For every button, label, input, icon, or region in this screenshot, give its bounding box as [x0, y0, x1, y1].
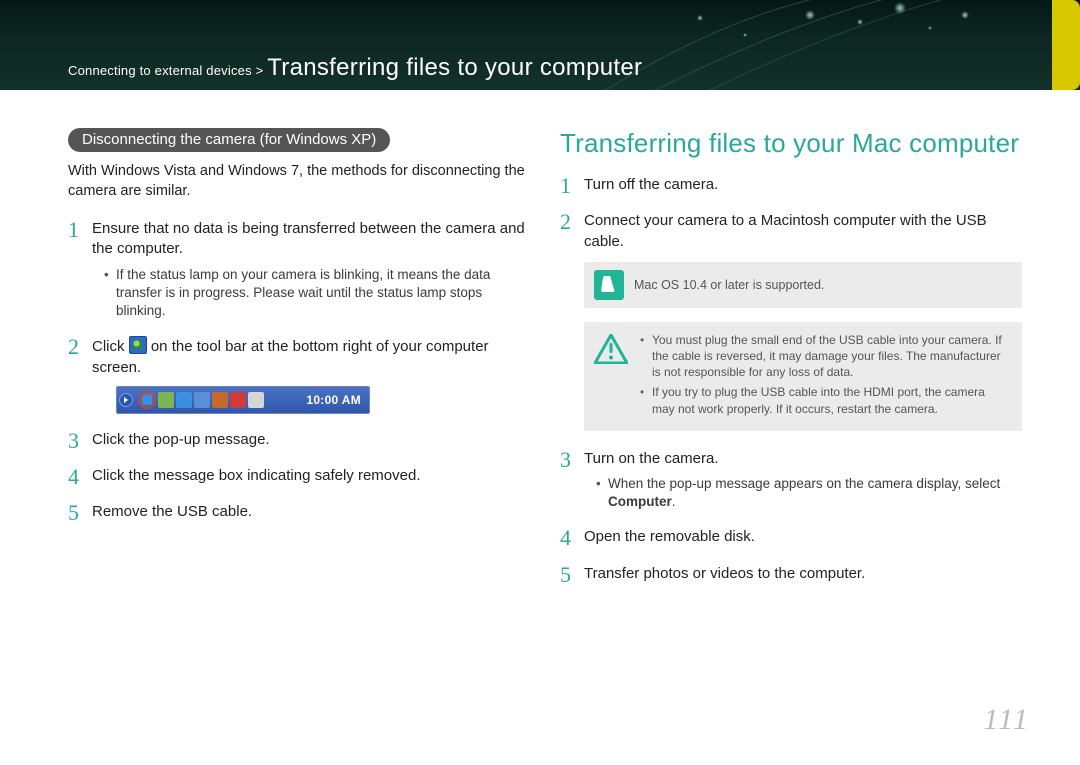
step-text: Turn on the camera.	[584, 450, 719, 467]
header-decoration	[600, 0, 1020, 90]
step-4: Open the removable disk.	[560, 527, 1022, 547]
breadcrumb-section: Connecting to external devices	[68, 63, 252, 78]
warning-list: You must plug the small end of the USB c…	[640, 332, 1010, 421]
step-5: Remove the USB cable.	[68, 502, 530, 522]
tray-expand-icon	[119, 393, 133, 407]
warning-box: You must plug the small end of the USB c…	[584, 322, 1022, 431]
step-4: Click the message box indicating safely …	[68, 466, 530, 486]
sub-bullet: When the pop-up message appears on the c…	[596, 475, 1022, 511]
step-3: Turn on the camera. When the pop-up mess…	[560, 449, 1022, 512]
tray-icon	[212, 392, 228, 408]
step-2: Connect your camera to a Macintosh compu…	[560, 211, 1022, 430]
step-text: Connect your camera to a Macintosh compu…	[584, 212, 987, 249]
tray-icon	[158, 392, 174, 408]
step-3-sub: When the pop-up message appears on the c…	[584, 475, 1022, 511]
page-body: Disconnecting the camera (for Windows XP…	[0, 90, 1080, 600]
sub-pre: When the pop-up message appears on the c…	[608, 476, 1000, 491]
tray-icon	[230, 392, 246, 408]
sub-bullet: If the status lamp on your camera is bli…	[104, 266, 530, 321]
sub-bold: Computer	[608, 494, 672, 509]
section-heading: Transferring files to your Mac computer	[560, 128, 1022, 159]
taskbar-clock: 10:00 AM	[300, 392, 367, 408]
note-pen-icon	[594, 270, 624, 300]
intro-text: With Windows Vista and Windows 7, the me…	[68, 162, 530, 201]
left-column: Disconnecting the camera (for Windows XP…	[68, 128, 530, 600]
breadcrumb: Connecting to external devices > Transfe…	[68, 54, 642, 82]
warning-triangle-icon	[594, 334, 628, 364]
safely-remove-hardware-icon	[129, 336, 147, 354]
step-text: Click the pop-up message.	[92, 431, 270, 448]
note-text: Mac OS 10.4 or later is supported.	[634, 277, 824, 293]
warning-item: If you try to plug the USB cable into th…	[640, 384, 1010, 416]
step-1-sub: If the status lamp on your camera is bli…	[92, 266, 530, 321]
note-box: Mac OS 10.4 or later is supported.	[584, 262, 1022, 308]
step-text: Remove the USB cable.	[92, 503, 252, 520]
section-pill: Disconnecting the camera (for Windows XP…	[68, 128, 390, 152]
header-band: Connecting to external devices > Transfe…	[0, 0, 1080, 90]
tray-icon	[194, 392, 210, 408]
step-text: Click the message box indicating safely …	[92, 467, 421, 484]
step-text: Turn off the camera.	[584, 176, 718, 193]
breadcrumb-title: Transferring files to your computer	[267, 54, 642, 81]
sub-post: .	[672, 494, 676, 509]
step-1: Turn off the camera.	[560, 175, 1022, 195]
right-column: Transferring files to your Mac computer …	[560, 128, 1022, 600]
step-text: Ensure that no data is being transferred…	[92, 220, 525, 257]
step-5: Transfer photos or videos to the compute…	[560, 564, 1022, 584]
step-post: on the tool bar at the bottom right of y…	[92, 338, 489, 375]
windows-taskbar-illustration: 10:00 AM	[116, 386, 370, 414]
step-text: Transfer photos or videos to the compute…	[584, 565, 865, 582]
warning-item: You must plug the small end of the USB c…	[640, 332, 1010, 381]
tray-icon	[248, 392, 264, 408]
step-3: Click the pop-up message.	[68, 430, 530, 450]
step-1: Ensure that no data is being transferred…	[68, 219, 530, 320]
page-number: 111	[983, 703, 1030, 737]
step-pre: Click	[92, 338, 129, 355]
breadcrumb-sep: >	[256, 63, 264, 78]
tray-icon	[176, 392, 192, 408]
highlighted-tray-icon	[138, 391, 156, 409]
step-2: Click on the tool bar at the bottom righ…	[68, 336, 530, 414]
left-steps: Ensure that no data is being transferred…	[68, 219, 530, 522]
right-steps: Turn off the camera. Connect your camera…	[560, 175, 1022, 584]
step-text: Open the removable disk.	[584, 528, 755, 545]
edge-tab	[1052, 0, 1080, 90]
